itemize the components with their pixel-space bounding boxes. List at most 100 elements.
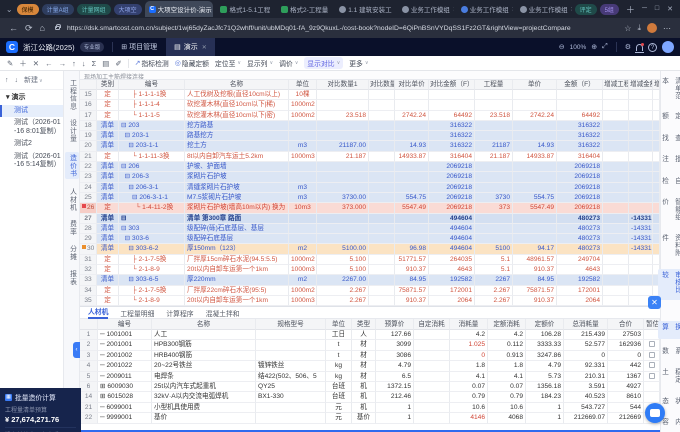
estimate-checkbox[interactable] (649, 362, 655, 368)
cell-compare-price[interactable] (395, 224, 429, 234)
cell-compare-qty2[interactable] (369, 121, 395, 131)
cell-compare-qty2[interactable] (369, 162, 395, 172)
cell-code[interactable]: └ 1-4-11-2换 (119, 203, 185, 213)
cell-compare-amount[interactable]: 2069218 (429, 172, 475, 182)
cell-unit[interactable]: 工日 (326, 330, 352, 340)
cell-compare-price[interactable] (395, 234, 429, 244)
header-自定消耗[interactable]: 自定消耗 (414, 319, 450, 330)
cell-name[interactable]: 清缝浆砌片石护坡 (185, 183, 289, 193)
cell-name[interactable]: 20t以内自卸车运第一个1km (185, 296, 289, 306)
cell-diff-qty[interactable] (603, 224, 629, 234)
cell-unit[interactable]: 1000m3 (289, 152, 317, 162)
cell-name[interactable]: M7.5浆砌片石护坡 (185, 193, 289, 203)
tab-group-chip[interactable]: 保模 (17, 4, 39, 15)
cell-name[interactable]: 砍挖灌木林(直径10cm以下|稀) (185, 100, 289, 110)
cell-compare-price[interactable] (395, 100, 429, 110)
cell-compare-amount[interactable]: 192582 (429, 275, 475, 285)
cell-diff-qty[interactable] (603, 193, 629, 203)
cell-unit[interactable]: m3 (289, 193, 317, 203)
cell-diff-amount[interactable] (629, 255, 653, 265)
row-number[interactable]: 20 (80, 141, 97, 151)
cell-compare-amount[interactable]: 316322 (429, 141, 475, 151)
cell-budget-price[interactable]: 6.5 (376, 372, 414, 382)
cell-qty[interactable]: 5.1 (475, 265, 513, 275)
cell-code[interactable]: ⊞ 6009030 (98, 382, 152, 392)
cell-diff-qty[interactable] (603, 100, 629, 110)
cell-type[interactable]: 清单 (97, 172, 119, 182)
cell-quota-consume[interactable]: 0.07 (488, 382, 526, 392)
bottom-tab-人材机[interactable]: 人材机 (88, 306, 108, 319)
row-number[interactable]: 16 (80, 100, 97, 110)
tab-group-chip[interactable]: 5组 (600, 4, 619, 15)
cell-spec[interactable]: QY25 (256, 382, 326, 392)
cell-amount[interactable]: 2069218 (557, 172, 603, 182)
bookmark-star-icon[interactable]: ☆ (624, 24, 631, 33)
tree-node[interactable]: 测试2 (0, 138, 63, 151)
browser-tab[interactable]: 1.1 建筑安装工✕ (335, 2, 395, 17)
cell-type[interactable]: 清单 (97, 141, 119, 151)
row-number[interactable]: 23 (80, 172, 97, 182)
cell-amount[interactable]: 316322 (557, 131, 603, 141)
cell-compare-price[interactable]: 910.37 (395, 265, 429, 275)
row-number[interactable]: 28 (80, 224, 97, 234)
row-number[interactable]: 30 (80, 244, 97, 254)
cell-type[interactable]: 清单 (97, 131, 119, 141)
cell-compare-qty1[interactable] (317, 100, 369, 110)
toolbar-button-显示对比[interactable]: 显示对比∨ (304, 57, 343, 69)
bottom-tab-混凝土拌和[interactable]: 混凝土拌和 (206, 308, 240, 318)
cell-price[interactable]: 48961.57 (513, 255, 557, 265)
header-预算价[interactable]: 预算价 (376, 319, 414, 330)
cell-name[interactable]: 电焊条 (152, 372, 256, 382)
cell-compare-qty1[interactable]: 21.187 (317, 152, 369, 162)
cell-type[interactable]: 定 (97, 296, 119, 306)
cell-unit[interactable]: 1000m2 (289, 255, 317, 265)
cell-type[interactable]: 定 (97, 100, 119, 110)
row-number[interactable]: 18 (80, 121, 97, 131)
cell-qty[interactable] (475, 100, 513, 110)
cell-name[interactable]: 浆砌片石护坡 (185, 172, 289, 182)
cell-custom-consume[interactable] (414, 351, 450, 361)
cell-diff-amount[interactable]: -14331 (629, 234, 653, 244)
cell-compare-qty2[interactable] (369, 172, 395, 182)
cell-compare-qty2[interactable] (369, 183, 395, 193)
toolbar-button-更多[interactable]: 更多∨ (349, 58, 368, 68)
cell-compare-amount[interactable]: 494604 (429, 244, 475, 254)
cell-compare-qty1[interactable] (317, 121, 369, 131)
cell-compare-qty1[interactable]: 2.267 (317, 286, 369, 296)
cell-unit[interactable] (289, 121, 317, 131)
right-tab-换算[interactable]: 换算 (658, 321, 680, 339)
window-close-button[interactable]: ✕ (667, 5, 673, 13)
formula-bar[interactable]: 现场加工主筋焊接连接 (80, 71, 660, 80)
toolbar-icon-3[interactable]: ← (45, 59, 53, 68)
cell-name[interactable]: 小型机具使用费 (152, 403, 256, 413)
cell-compare-qty2[interactable] (369, 265, 395, 275)
cell-qty[interactable]: 21.187 (475, 152, 513, 162)
cell-unit[interactable]: 1000m3 (289, 265, 317, 275)
cell-amount[interactable]: 2069218 (557, 193, 603, 203)
right-tab-审核比较[interactable]: 审核比较 (658, 269, 680, 300)
cell-unit[interactable] (289, 214, 317, 224)
cell-diff-amount[interactable] (629, 90, 653, 100)
cell-compare-price[interactable] (395, 162, 429, 172)
cell-qty[interactable] (475, 121, 513, 131)
cell-type[interactable]: 材 (352, 340, 376, 350)
cell-name[interactable]: 8t以内自卸汽车运土5.2km (185, 152, 289, 162)
bottom-tab-工程量明细[interactable]: 工程量明细 (120, 308, 154, 318)
cell-diff-qty[interactable] (603, 172, 629, 182)
cell-price[interactable]: 84.95 (513, 275, 557, 285)
cell-custom-consume[interactable] (414, 403, 450, 413)
cell-compare-qty1[interactable]: 5.100 (317, 255, 369, 265)
right-tab-清单范本[interactable]: 清单范本 (658, 77, 680, 104)
cell-budget-price[interactable]: 1 (376, 413, 414, 423)
cell-name[interactable]: 20~22号铁丝 (152, 361, 256, 371)
browser-profile-avatar[interactable] (647, 23, 657, 33)
cell-spec[interactable] (256, 413, 326, 423)
cell-quota-consume[interactable]: 1.8 (488, 361, 526, 371)
toolbar-icon-7[interactable]: Σ (92, 59, 97, 68)
cell-code[interactable]: ⊟ 303 (119, 224, 185, 234)
cell-spec[interactable]: 结422(502、506、5 (256, 372, 326, 382)
cell-custom-consume[interactable] (414, 392, 450, 402)
cell-quota-consume[interactable]: 0.913 (488, 351, 526, 361)
cell-total[interactable]: 1367 (608, 372, 644, 382)
row-number[interactable]: 6 (80, 382, 98, 392)
